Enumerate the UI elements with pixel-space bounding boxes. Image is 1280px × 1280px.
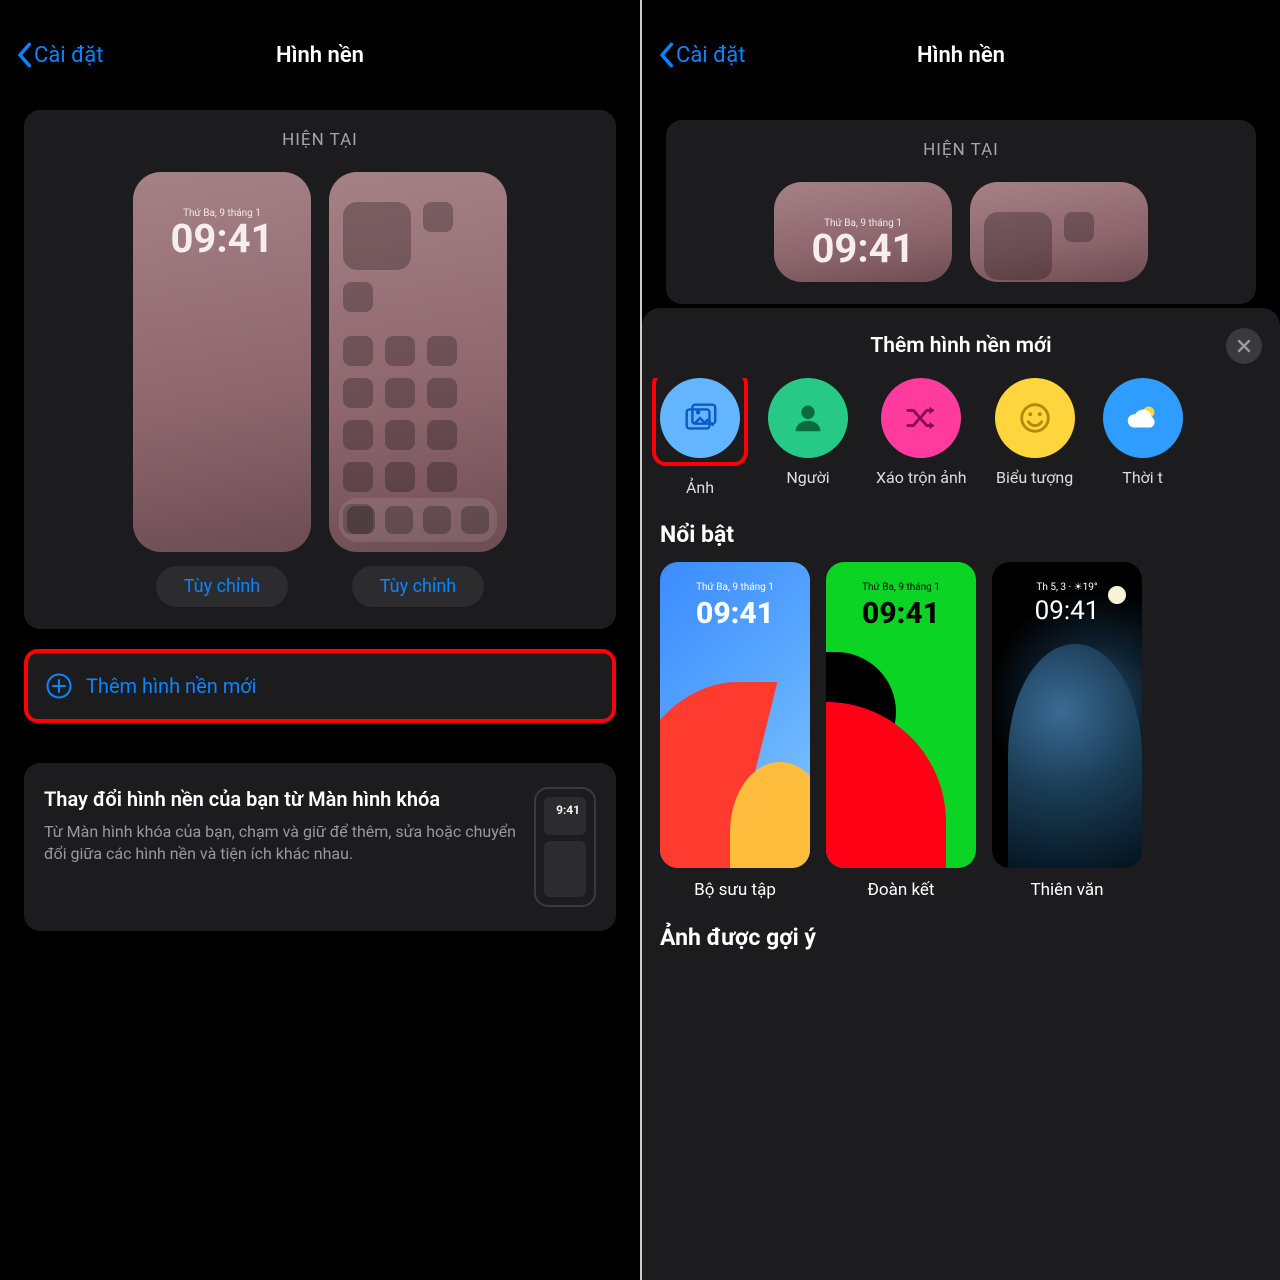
featured-row: Thứ Ba, 9 tháng 1 09:41 Bộ sưu tập Thứ B…	[642, 562, 1280, 900]
featured-astronomy[interactable]: Th 5, 3 · ☀︎19° 09:41	[992, 562, 1142, 868]
add-row-label: Thêm hình nền mới	[86, 674, 257, 698]
category-weather[interactable]: Thời t	[1103, 378, 1183, 497]
featured-collection[interactable]: Thứ Ba, 9 tháng 1 09:41	[660, 562, 810, 868]
thumb-date: Th 5, 3 · ☀︎19°	[992, 582, 1142, 593]
app-icon	[343, 420, 373, 450]
cloud-sun-icon	[1124, 399, 1162, 437]
nav-bar: Cài đặt Hình nền	[0, 0, 640, 90]
category-people[interactable]: Người	[768, 378, 848, 497]
lockscreen-tip-card: Thay đổi hình nền của bạn từ Màn hình kh…	[24, 763, 616, 931]
category-shuffle[interactable]: Xáo trộn ảnh	[876, 378, 967, 497]
customize-lock-button[interactable]: Tùy chỉnh	[156, 566, 288, 607]
app-icon	[385, 378, 415, 408]
tip-body: Từ Màn hình khóa của bạn, chạm và giữ để…	[44, 821, 516, 864]
customize-home-button[interactable]: Tùy chỉnh	[352, 566, 484, 607]
mini-time: 9:41	[544, 797, 586, 835]
tip-title: Thay đổi hình nền của bạn từ Màn hình kh…	[44, 787, 516, 811]
homescreen-preview[interactable]	[329, 172, 507, 552]
category-photos[interactable]: Ảnh	[660, 378, 740, 497]
lock-time: 09:41	[133, 219, 311, 259]
lock-date: Thứ Ba, 9 tháng 1	[133, 172, 311, 219]
settings-wallpaper-screen: Cài đặt Hình nền HIỆN TẠI Thứ Ba, 9 thán…	[0, 0, 640, 1280]
current-wallpaper-card: HIỆN TẠI Thứ Ba, 9 tháng 1 09:41	[666, 120, 1256, 304]
thumb-date: Thứ Ba, 9 tháng 1	[826, 582, 976, 593]
thumb-time: 09:41	[992, 596, 1142, 626]
current-wallpaper-card: HIỆN TẠI Thứ Ba, 9 tháng 1 09:41 Tùy chỉ…	[24, 110, 616, 629]
app-icon	[1064, 212, 1094, 242]
app-icon	[427, 462, 457, 492]
app-icon	[385, 336, 415, 366]
dock-icon	[347, 506, 375, 534]
featured-unity[interactable]: Thứ Ba, 9 tháng 1 09:41	[826, 562, 976, 868]
category-label: Người	[786, 468, 829, 487]
close-button[interactable]	[1226, 328, 1262, 364]
app-icon	[385, 462, 415, 492]
sheet-title-bar: Thêm hình nền mới	[642, 328, 1280, 378]
sheet-title: Thêm hình nền mới	[870, 334, 1051, 358]
app-icon	[343, 336, 373, 366]
featured-title: Nổi bật	[642, 497, 1280, 562]
widget-icon	[984, 212, 1052, 280]
lockscreen-preview[interactable]: Thứ Ba, 9 tháng 1 09:41	[774, 182, 952, 282]
page-title: Hình nền	[917, 43, 1005, 68]
plus-circle-icon	[46, 673, 72, 699]
app-icon	[385, 420, 415, 450]
add-wallpaper-sheet: Thêm hình nền mới Ảnh Người	[642, 308, 1280, 1280]
back-label: Cài đặt	[34, 43, 103, 68]
shuffle-icon	[902, 399, 940, 437]
category-row: Ảnh Người Xáo trộn ảnh Biểu tượng	[642, 378, 1280, 497]
nav-bar: Cài đặt Hình nền	[642, 0, 1280, 90]
category-label: Biểu tượng	[996, 468, 1073, 487]
back-button[interactable]: Cài đặt	[16, 41, 103, 69]
back-button[interactable]: Cài đặt	[658, 41, 745, 69]
app-icon	[343, 378, 373, 408]
lockscreen-preview[interactable]: Thứ Ba, 9 tháng 1 09:41	[133, 172, 311, 552]
photos-icon	[681, 399, 719, 437]
app-icon	[427, 420, 457, 450]
app-icon	[343, 462, 373, 492]
phone-outline-icon: 9:41	[534, 787, 596, 907]
suggested-title: Ảnh được gợi ý	[642, 900, 1280, 965]
thumb-label: Bộ sưu tập	[694, 880, 776, 900]
person-icon	[789, 399, 827, 437]
category-label: Xáo trộn ảnh	[876, 468, 967, 487]
back-label: Cài đặt	[676, 43, 745, 68]
category-label: Ảnh	[686, 478, 714, 497]
thumb-time: 09:41	[826, 596, 976, 631]
app-icon	[427, 336, 457, 366]
thumb-label: Đoàn kết	[868, 880, 935, 900]
app-icon	[423, 202, 453, 232]
chevron-left-icon	[658, 41, 674, 69]
wallpaper-picker-screen: Cài đặt Hình nền HIỆN TẠI Thứ Ba, 9 thán…	[640, 0, 1280, 1280]
widget-icon	[343, 202, 411, 270]
category-label: Thời t	[1122, 468, 1163, 487]
lock-date: Thứ Ba, 9 tháng 1	[774, 182, 952, 229]
app-icon	[343, 282, 373, 312]
category-emoji[interactable]: Biểu tượng	[995, 378, 1075, 497]
dock-icon	[385, 506, 413, 534]
page-title: Hình nền	[276, 43, 364, 68]
smile-icon	[1016, 399, 1054, 437]
current-header: HIỆN TẠI	[682, 140, 1240, 160]
current-header: HIỆN TẠI	[40, 130, 600, 150]
thumb-label: Thiên văn	[1030, 880, 1103, 900]
thumb-date: Thứ Ba, 9 tháng 1	[660, 582, 810, 593]
app-icon	[427, 378, 457, 408]
lock-time: 09:41	[774, 229, 952, 269]
add-new-wallpaper-row[interactable]: Thêm hình nền mới	[24, 649, 616, 723]
homescreen-preview[interactable]	[970, 182, 1148, 282]
dock-icon	[461, 506, 489, 534]
chevron-left-icon	[16, 41, 32, 69]
dock-icon	[423, 506, 451, 534]
close-icon	[1236, 338, 1252, 354]
thumb-time: 09:41	[660, 596, 810, 631]
